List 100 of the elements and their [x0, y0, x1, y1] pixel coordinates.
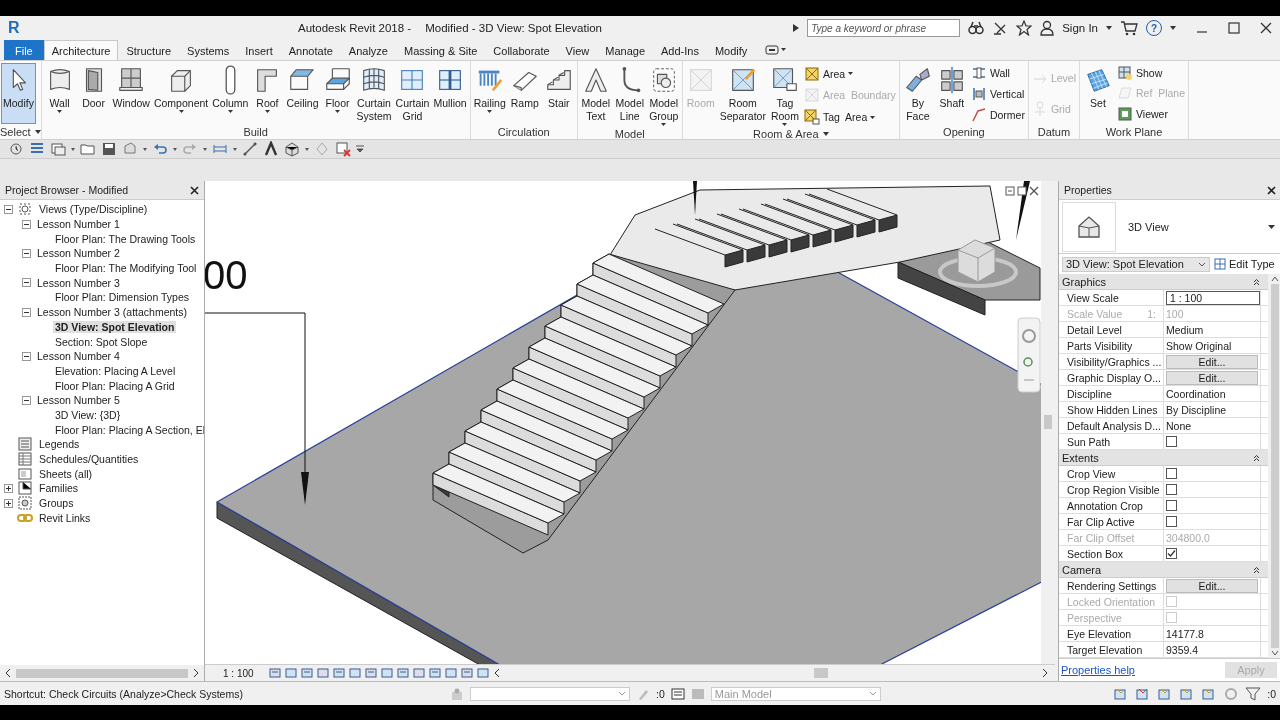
edit-button[interactable]: Edit... — [1166, 370, 1258, 385]
ribbon-button[interactable]: Room Separator — [717, 63, 768, 128]
checkbox[interactable] — [1166, 468, 1177, 479]
ribbon-button[interactable]: Wall — [970, 63, 1025, 83]
caret-icon[interactable] — [233, 147, 237, 151]
checkbox[interactable] — [1166, 500, 1177, 511]
expand-icon[interactable] — [793, 24, 800, 32]
visual-style-icon[interactable] — [284, 667, 298, 679]
sign-in-link[interactable]: Sign In — [1062, 22, 1098, 34]
ribbon-button[interactable]: Floor — [320, 63, 355, 125]
view-scale[interactable]: 1 : 100 — [223, 667, 254, 679]
scroll-right-icon[interactable] — [192, 669, 200, 677]
ribbon-tab[interactable]: Analyze — [340, 40, 396, 60]
tree-item[interactable]: Legends — [37, 438, 82, 451]
ribbon-tab[interactable]: File — [4, 40, 44, 60]
tree-item[interactable]: Section: Spot Slope — [53, 335, 150, 348]
tree-item[interactable]: Floor Plan: Placing A Section, El — [53, 423, 204, 436]
scroll-left-icon[interactable] — [4, 669, 12, 677]
help-link[interactable]: Properties help — [1061, 664, 1135, 676]
panel-title[interactable]: Work Plane — [1105, 125, 1163, 138]
caret-icon[interactable] — [34, 129, 41, 134]
tree-item[interactable]: Lesson Number 2 — [35, 247, 122, 260]
ribbon-tab[interactable]: Structure — [118, 40, 180, 60]
caret-icon[interactable] — [822, 132, 829, 136]
home-icon[interactable] — [8, 141, 24, 157]
section-header[interactable]: Extents — [1062, 451, 1099, 464]
type-selector[interactable]: 3D View — [1059, 200, 1280, 254]
detail-level-icon[interactable] — [268, 667, 282, 679]
collapse-icon[interactable] — [1253, 566, 1260, 573]
ribbon-button[interactable]: Model Text — [578, 63, 613, 128]
ribbon-button[interactable]: Railing — [471, 63, 508, 124]
ribbon-button[interactable]: Dormer — [970, 105, 1025, 125]
ribbon-tab[interactable]: Systems — [179, 40, 238, 60]
expand-toggle-icon[interactable] — [4, 498, 13, 508]
view-close-icon[interactable] — [1029, 186, 1039, 196]
ribbon-button[interactable]: Stair — [541, 63, 576, 124]
search-field[interactable]: Type a keyword or phrase — [807, 19, 961, 37]
ribbon-tab[interactable]: Massing & Site — [395, 40, 486, 60]
ribbon-button[interactable]: Show — [1117, 63, 1186, 83]
close-icon[interactable] — [1267, 185, 1276, 195]
switch-windows-icon[interactable] — [50, 141, 66, 157]
default-3d-view-icon[interactable] — [284, 141, 300, 157]
close-icon[interactable] — [190, 185, 199, 195]
checkbox[interactable] — [1166, 516, 1177, 527]
render-icon[interactable] — [332, 667, 346, 679]
maximize-icon[interactable] — [1228, 22, 1240, 34]
ribbon-button[interactable]: Area — [803, 64, 896, 84]
temporary-view-icon[interactable] — [444, 667, 458, 679]
close-windows-icon[interactable] — [335, 141, 351, 157]
view-restore-icon[interactable] — [1005, 186, 1015, 196]
edit-type-button[interactable]: Edit Type — [1214, 258, 1275, 270]
tree-item[interactable]: Lesson Number 5 — [35, 394, 122, 407]
scrollbar-thumb[interactable] — [1044, 415, 1052, 429]
ribbon-button[interactable]: By Face — [900, 63, 935, 125]
ribbon-tab[interactable]: View — [557, 40, 598, 60]
expand-toggle-icon[interactable] — [22, 395, 31, 405]
caret-icon[interactable] — [1106, 26, 1112, 30]
expand-toggle-icon[interactable] — [4, 483, 13, 493]
caret-icon[interactable] — [143, 147, 147, 151]
ribbon-button[interactable]: Ramp — [507, 63, 542, 124]
input-field[interactable]: 1 : 100 — [1166, 290, 1260, 305]
app-logo[interactable]: R — [8, 19, 28, 37]
expand-toggle-icon[interactable] — [22, 219, 31, 229]
user-icon[interactable] — [1040, 20, 1055, 36]
ribbon-button[interactable]: Tag Area — [803, 107, 896, 127]
scroll-up-icon[interactable] — [1270, 276, 1279, 282]
expand-toggle-icon[interactable] — [22, 307, 31, 317]
shadows-icon[interactable] — [316, 667, 330, 679]
ribbon-button[interactable]: Set — [1081, 63, 1115, 124]
tree-item[interactable]: Revit Links — [37, 511, 93, 524]
edit-button[interactable]: Edit... — [1166, 578, 1258, 593]
checkbox[interactable] — [1166, 436, 1177, 447]
ribbon-button[interactable]: Model Group — [646, 63, 681, 128]
tree-item[interactable]: Floor Plan: Placing A Grid — [53, 379, 177, 392]
crop-view-icon[interactable] — [348, 667, 362, 679]
dimension-icon[interactable] — [242, 141, 258, 157]
show-crop-icon[interactable] — [364, 667, 378, 679]
ribbon-button[interactable]: Roof — [250, 63, 285, 125]
panel-title[interactable]: Build — [243, 126, 268, 138]
panel-title[interactable]: Datum — [1037, 125, 1071, 138]
instance-dropdown[interactable]: 3D View: Spot Elevation — [1062, 256, 1210, 272]
ribbon-button[interactable]: Window — [110, 63, 152, 125]
tree-item[interactable]: Floor Plan: The Modifying Tool — [53, 262, 199, 275]
ribbon-button[interactable]: Wall — [42, 63, 77, 125]
tree-item[interactable]: Views (Type/Discipline) — [37, 203, 150, 216]
text-tool-icon[interactable] — [263, 141, 279, 157]
ribbon-button[interactable]: Curtain Grid — [393, 63, 432, 125]
scroll-right-icon[interactable] — [1041, 669, 1049, 677]
ribbon-button[interactable]: Column — [210, 63, 251, 125]
reveal-icon[interactable] — [412, 667, 426, 679]
ribbon-button[interactable]: Ceiling — [284, 63, 321, 125]
scrollbar-thumb[interactable] — [1270, 284, 1279, 648]
caret-icon[interactable] — [1170, 26, 1176, 30]
design-options-icon[interactable] — [670, 686, 685, 701]
tree-item[interactable]: Elevation: Placing A Level — [53, 364, 178, 377]
pin-icon[interactable] — [428, 667, 442, 679]
tree-item[interactable]: Sheets (all) — [37, 467, 95, 480]
checkbox[interactable] — [1166, 548, 1177, 559]
panel-title[interactable]: Circulation — [497, 125, 550, 138]
analytical-icon[interactable] — [460, 667, 474, 679]
